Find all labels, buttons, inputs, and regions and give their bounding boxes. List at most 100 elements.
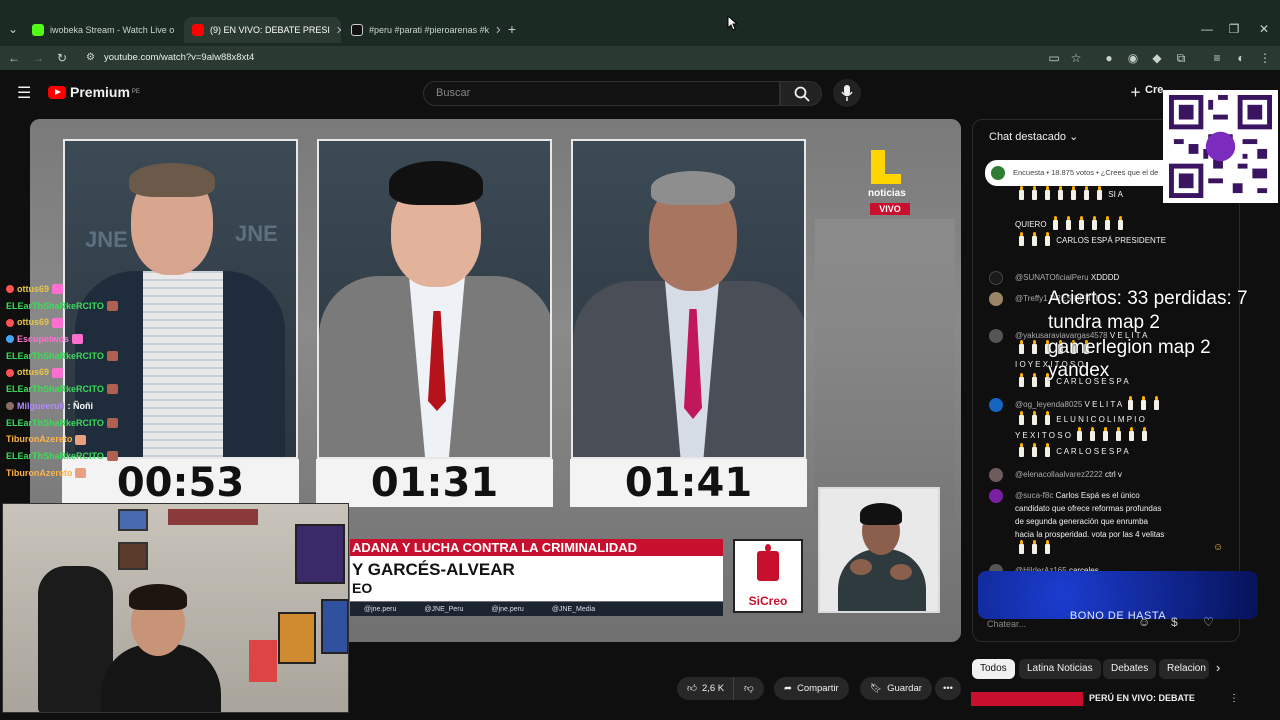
extension-icon[interactable]: ◆ — [1149, 50, 1165, 66]
thumbs-up-icon: 👍︎ — [687, 683, 697, 694]
chat-message: QUIERO — [989, 215, 1219, 231]
close-tab-icon[interactable]: ✕ — [489, 24, 500, 37]
voice-search-button[interactable] — [833, 79, 861, 107]
tab-search-icon[interactable]: ⌄ — [5, 21, 21, 37]
youtube-premium-logo[interactable]: Premium PE — [48, 84, 140, 100]
candidate-frame-3 — [571, 139, 806, 459]
lower-third-banner: ADANA Y LUCHA CONTRA LA CRIMINALIDAD Y G… — [350, 539, 723, 601]
chat-message: E L U N I C O L I M P I O — [989, 410, 1219, 426]
overlay-chat-line: ottus69 — [0, 364, 262, 381]
shelf-figures — [168, 509, 258, 525]
badge-icon — [6, 402, 14, 411]
more-dots-icon: ••• — [943, 683, 953, 694]
restore-icon[interactable]: ❐ — [1226, 21, 1242, 37]
wall-picture — [118, 509, 148, 531]
avatar[interactable] — [989, 468, 1003, 482]
party-logo: SiCreo — [733, 539, 803, 613]
chip-relacionados[interactable]: Relacion — [1159, 659, 1209, 679]
tab-youtube-debate[interactable]: (9) EN VIVO: DEBATE PRESI ✕ — [184, 17, 341, 43]
tab-kick-stream[interactable]: iwobeka Stream - Watch Live o ✕ — [24, 17, 182, 43]
sign-language-interpreter — [818, 487, 940, 613]
youtube-favicon-icon — [192, 24, 204, 36]
close-window-icon[interactable]: ✕ — [1256, 21, 1272, 37]
hamburger-menu-icon[interactable]: ☰ — [17, 83, 31, 103]
share-button[interactable]: ➦ Compartir — [774, 677, 849, 700]
bookmark-star-icon[interactable]: ☆ — [1068, 50, 1084, 66]
stream-chat-overlay: ottus69 ELEarThShaRkeRCITO ottus69 Escup… — [0, 281, 262, 479]
chat-message — [989, 539, 1219, 555]
related-video-title[interactable]: PERÚ EN VIVO: DEBATE — [1089, 693, 1195, 703]
save-button[interactable]: 🔖︎ Guardar — [860, 677, 932, 700]
avatar[interactable] — [989, 292, 1003, 306]
avatar[interactable] — [989, 329, 1003, 343]
chat-message: C A R L O S E S P A — [989, 442, 1219, 458]
reload-icon[interactable]: ↻ — [54, 50, 70, 66]
chip-latina-noticias[interactable]: Latina Noticias — [1019, 659, 1101, 679]
browser-menu-icon[interactable]: ⋮ — [1257, 50, 1273, 66]
chat-mode-selector[interactable]: Chat destacado ⌄ — [989, 130, 1078, 143]
back-icon[interactable]: ← — [6, 50, 22, 66]
qr-code-icon — [1169, 95, 1272, 198]
chip-todos[interactable]: Todos — [972, 659, 1015, 679]
forward-icon[interactable]: → — [30, 50, 46, 66]
candidate-timer-2: 01:31 — [316, 459, 553, 507]
overlay-chat-line: TiburonAzereto — [0, 465, 262, 482]
region-code: PE — [131, 89, 140, 95]
tab-title: #peru #parati #pieroarenas #k — [369, 25, 490, 35]
heart-icon[interactable]: ♡ — [1203, 615, 1214, 629]
streamer-webcam — [2, 503, 349, 713]
latina-noticias-logo: noticias VIVO — [868, 150, 914, 220]
related-video-thumbnail[interactable] — [971, 692, 1083, 706]
yape-qr-code — [1163, 90, 1278, 203]
site-info-icon[interactable]: ⚙ — [86, 49, 95, 67]
overlay-chat-line: ELEarThShaRkeRCITO — [0, 415, 262, 432]
more-actions-button[interactable]: ••• — [935, 677, 961, 700]
dislike-button[interactable]: 👎︎ — [733, 677, 764, 700]
kick-favicon-icon — [32, 24, 44, 36]
candidate-name: Y GARCÉS-ALVEAR — [352, 560, 515, 579]
close-tab-icon[interactable]: ✕ — [174, 24, 182, 37]
media-control-icon[interactable]: ≡ — [1209, 50, 1225, 66]
browser-tab-bar: ⌄ iwobeka Stream - Watch Live o ✕ (9) EN… — [0, 0, 1280, 46]
extensions-puzzle-icon[interactable]: ⧉ — [1173, 50, 1189, 66]
like-button[interactable]: 👍︎ 2,6 K — [677, 677, 735, 700]
create-button[interactable]: ＋ Cre — [1130, 84, 1163, 100]
chip-debates[interactable]: Debates — [1103, 659, 1157, 679]
emoji-picker-icon[interactable]: ☺ — [1138, 615, 1150, 629]
new-tab-icon[interactable]: + — [504, 21, 520, 37]
chat-message: Y E X I T O S O — [1015, 426, 1239, 442]
related-more-icon[interactable]: ⋮ — [1229, 693, 1239, 704]
minimize-icon[interactable]: — — [1199, 21, 1215, 37]
badge-icon — [6, 335, 14, 344]
chevron-right-icon[interactable]: › — [1216, 660, 1220, 675]
close-tab-icon[interactable]: ✕ — [330, 24, 341, 37]
wall-poster — [278, 612, 316, 664]
cast-icon[interactable]: ▭ — [1046, 50, 1062, 66]
extension-icon[interactable]: ◉ — [1125, 50, 1141, 66]
emote-icon — [52, 284, 64, 295]
extension-icon[interactable]: ● — [1101, 50, 1117, 66]
tiktok-favicon-icon — [351, 24, 363, 36]
search-placeholder: Buscar — [436, 87, 471, 99]
candidate-frame-2 — [317, 139, 552, 459]
avatar[interactable] — [989, 271, 1003, 285]
wall-picture — [118, 542, 148, 570]
bookmark-icon: 🔖︎ — [870, 683, 883, 694]
profile-avatar-icon[interactable]: ◐ — [1233, 50, 1249, 66]
browser-address-bar: ← → ↻ ⚙ youtube.com/watch?v=9alw88x8xt4 … — [0, 46, 1280, 70]
chat-message: @elenacollaalvarez2222 ctrl v — [989, 468, 1219, 482]
search-button[interactable] — [780, 81, 822, 106]
tab-title: iwobeka Stream - Watch Live o — [50, 25, 175, 35]
topic-band: ADANA Y LUCHA CONTRA LA CRIMINALIDAD — [350, 539, 723, 556]
avatar[interactable] — [989, 489, 1003, 503]
tab-tiktok[interactable]: #peru #parati #pieroarenas #k ✕ — [343, 17, 500, 43]
social-handles-bar: @jne.peru @JNE_Peru @jne.peru @JNE_Media — [350, 602, 723, 616]
super-chat-icon[interactable]: $ — [1171, 615, 1178, 629]
emote-icon — [75, 467, 87, 478]
avatar[interactable] — [989, 398, 1003, 412]
emote-icon — [52, 317, 64, 328]
url-field[interactable]: ⚙ youtube.com/watch?v=9alw88x8xt4 — [80, 49, 1040, 67]
search-input[interactable]: Buscar — [423, 81, 780, 106]
emote-icon — [106, 301, 118, 312]
stats-overlay-map2: gamerlegion map 2 — [1048, 337, 1211, 358]
